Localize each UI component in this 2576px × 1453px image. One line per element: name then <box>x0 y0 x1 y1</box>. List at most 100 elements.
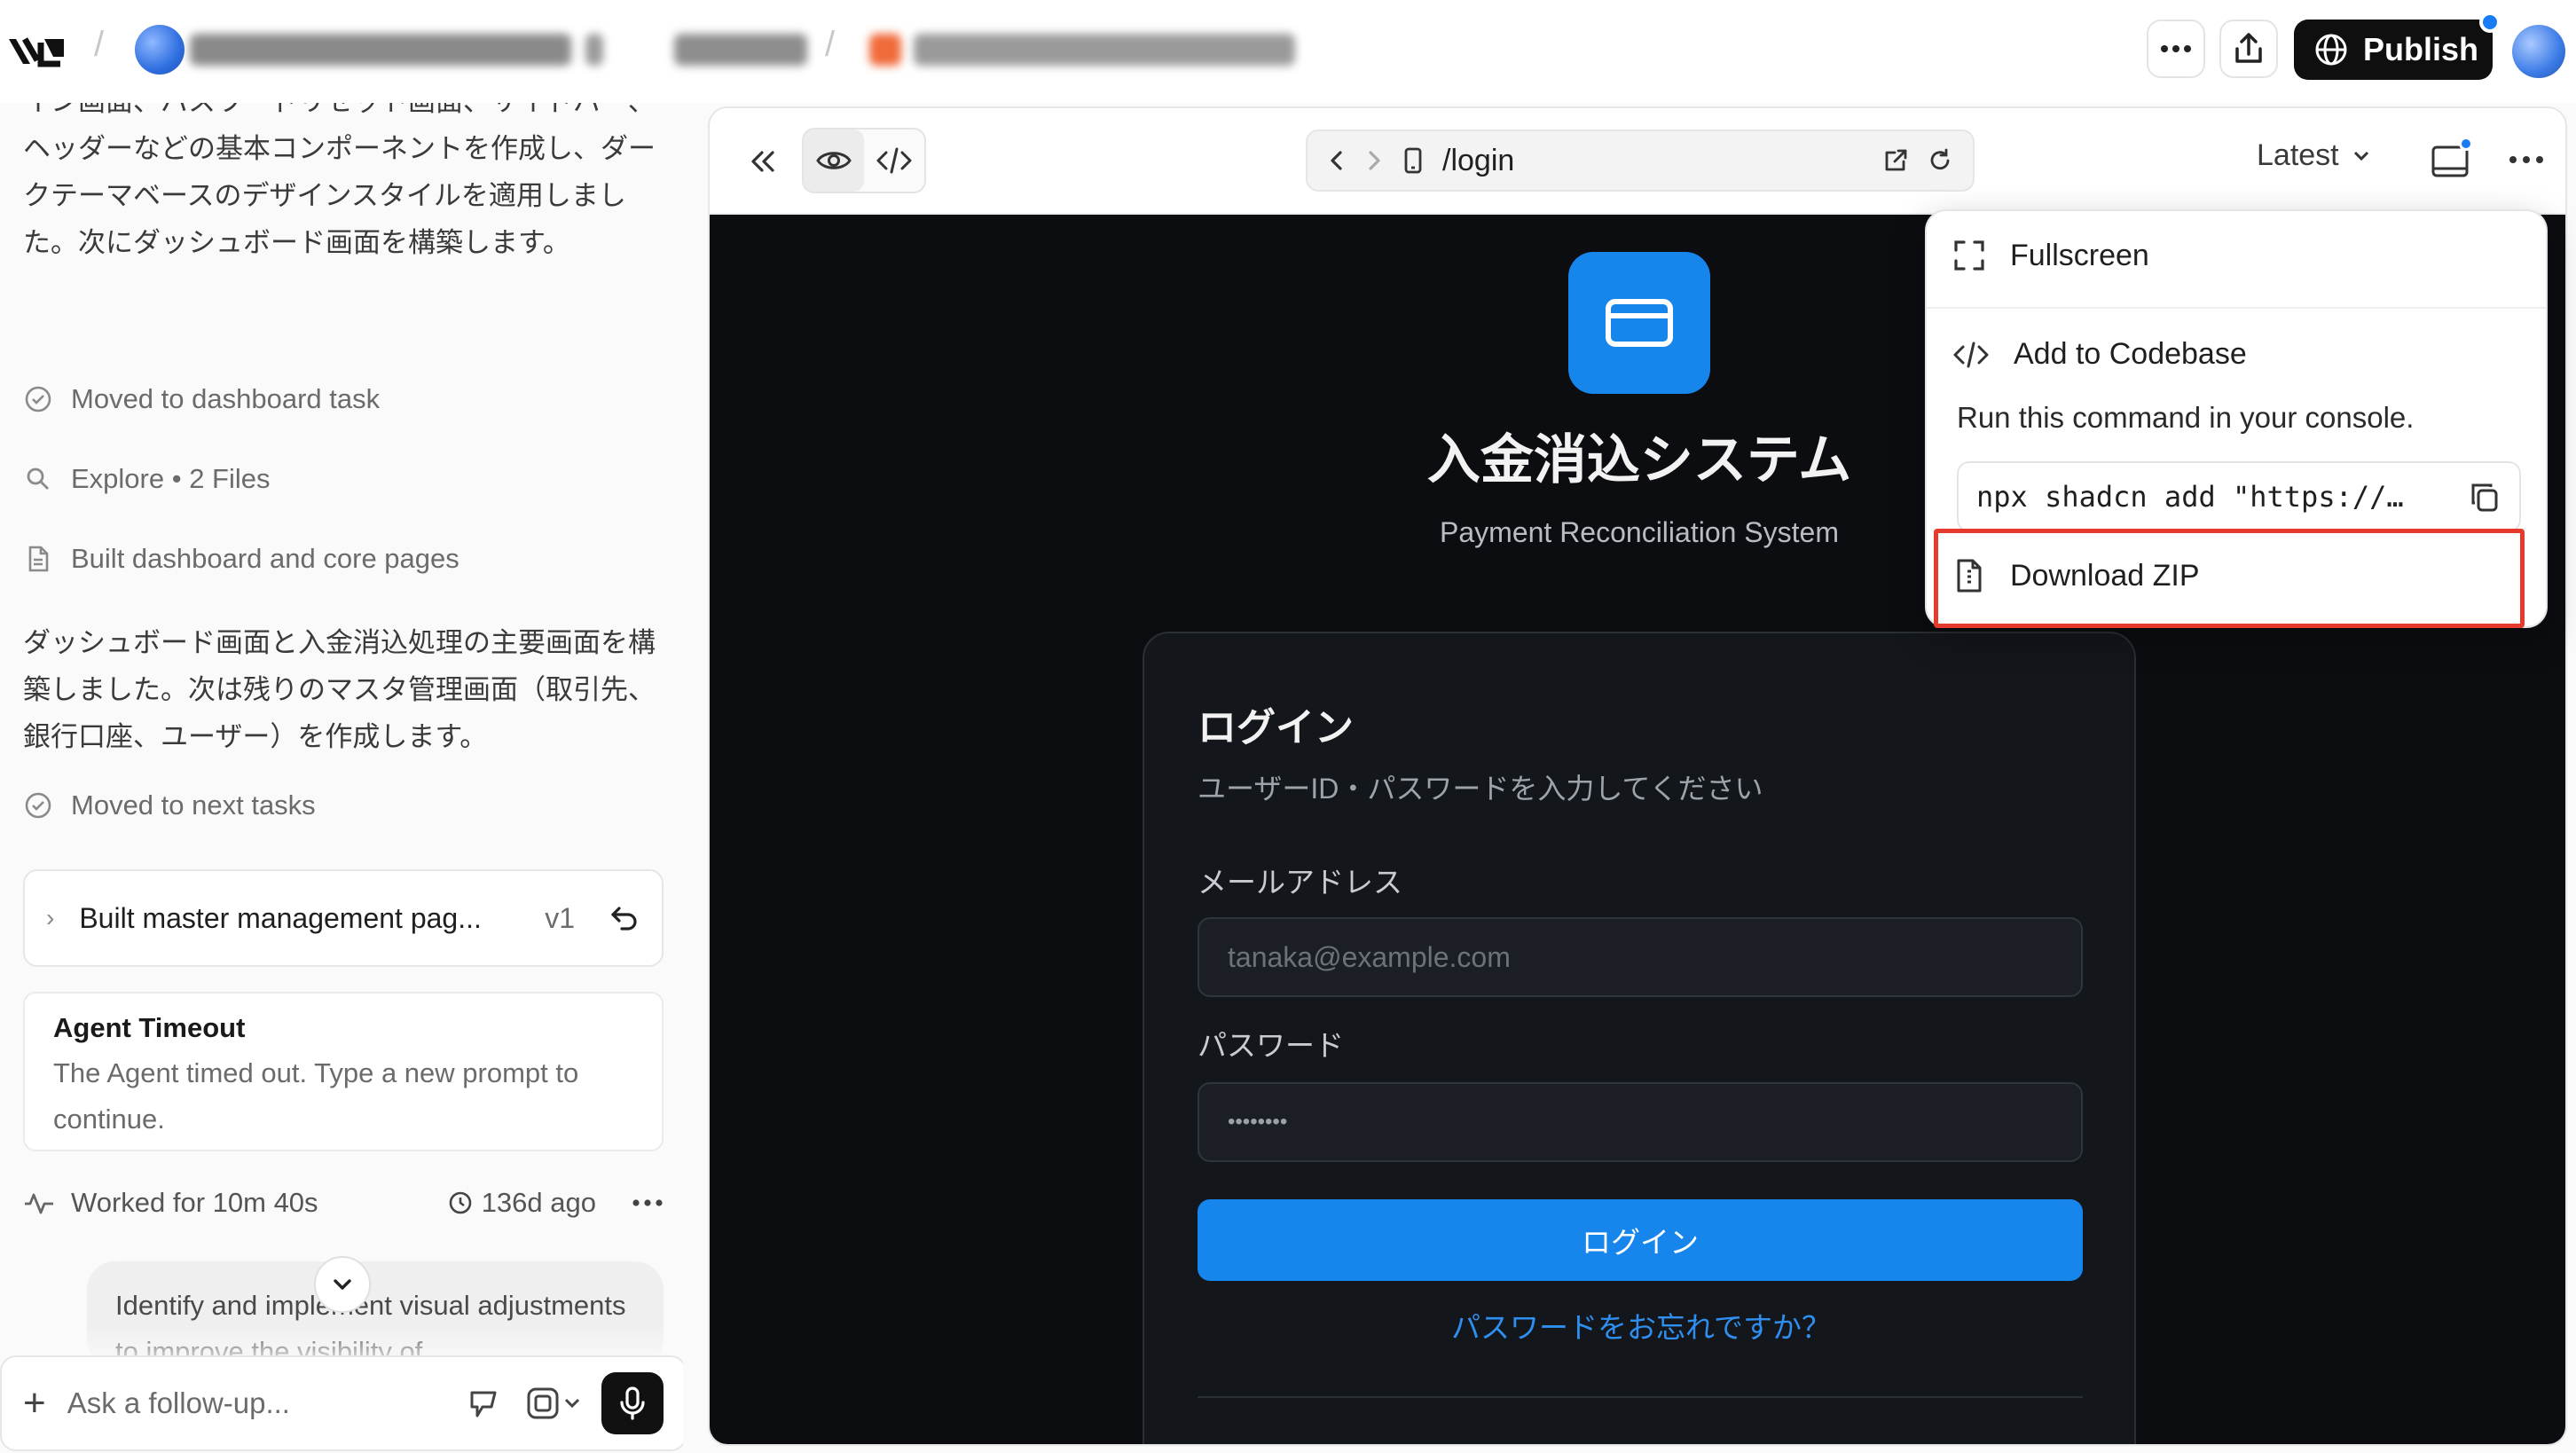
prompt-input[interactable]: Ask a follow-up... <box>67 1386 445 1420</box>
notification-dot <box>2459 137 2473 151</box>
collapse-panel-button[interactable] <box>742 140 784 183</box>
eye-icon <box>816 152 852 169</box>
v0-logo-icon[interactable] <box>5 27 73 76</box>
search-icon <box>27 467 49 490</box>
share-icon <box>2235 33 2262 63</box>
chat-name-redacted[interactable] <box>914 34 1295 66</box>
worked-timestamp: 136d ago <box>481 1187 596 1218</box>
timeout-body: The Agent timed out. Type a new prompt t… <box>53 1057 579 1135</box>
version-title: Built master management pag... <box>79 901 482 934</box>
chevron-down-icon <box>334 1279 351 1290</box>
breadcrumb-separator: / <box>825 25 836 64</box>
step-label: Moved to dashboard task <box>71 383 381 414</box>
preview-mode-button[interactable] <box>804 130 864 192</box>
email-field[interactable]: tanaka@example.com <box>1198 917 2083 997</box>
login-card-title: ログイン <box>1198 706 1354 750</box>
preview-more-button[interactable] <box>2505 142 2548 177</box>
app-logo <box>1568 252 1710 394</box>
step-label: Explore • 2 Files <box>71 463 271 494</box>
breadcrumb-separator: / <box>94 25 105 64</box>
menu-item-label: Fullscreen <box>2010 238 2149 272</box>
forward-icon[interactable] <box>1364 148 1384 173</box>
url-path[interactable]: /login <box>1442 144 1865 178</box>
restore-icon[interactable] <box>607 901 640 935</box>
file-icon <box>28 546 49 572</box>
workspace-avatar[interactable] <box>135 25 185 75</box>
code-mode-button[interactable] <box>864 130 924 192</box>
scroll-to-bottom-button[interactable] <box>314 1256 371 1313</box>
microphone-icon <box>620 1386 645 1420</box>
worked-duration: Worked for 10m 40s <box>71 1187 318 1218</box>
agent-timeout-card: Agent Timeout The Agent timed out. Type … <box>23 992 664 1151</box>
timeout-title: Agent Timeout <box>53 1012 246 1043</box>
design-mode-icon[interactable] <box>465 1384 504 1423</box>
assistant-message: イン画面、パスワードリセット画面、サイドバー、ヘッダーなどの基本コンポーネントを… <box>23 103 656 258</box>
login-button[interactable]: ログイン <box>1198 1199 2083 1281</box>
version-tag: v1 <box>545 901 575 934</box>
login-card-description: ユーザーID・パスワードを入力してください <box>1198 773 1763 805</box>
share-button[interactable] <box>2219 20 2278 78</box>
code-icon <box>1953 342 1989 367</box>
menu-item-add-to-codebase[interactable]: Add to Codebase <box>1952 337 2247 372</box>
chevron-down-icon <box>564 1398 580 1409</box>
prompt-composer[interactable]: + Ask a follow-up... <box>0 1355 683 1451</box>
refresh-icon[interactable] <box>1927 147 1953 174</box>
url-bar[interactable]: /login <box>1306 130 1975 192</box>
chat-panel: イン画面、パスワードリセット画面、サイドバー、ヘッダーなどの基本コンポーネントを… <box>0 103 683 1453</box>
download-zip-highlight-box <box>1934 529 2525 628</box>
code-icon <box>876 147 912 174</box>
menu-item-label: Add to Codebase <box>2014 337 2247 371</box>
publish-button[interactable]: Publish <box>2294 20 2493 80</box>
clock-icon <box>449 1191 471 1214</box>
check-circle-icon <box>25 792 51 819</box>
worked-summary-row: Worked for 10m 40s 136d ago <box>23 1187 664 1219</box>
forgot-password-link[interactable]: パスワードをお忘れですか？ <box>1144 1304 2138 1347</box>
version-card[interactable]: › Built master management pag... v1 <box>23 869 664 967</box>
credit-card-icon <box>1606 299 1673 347</box>
project-name-redacted[interactable] <box>674 34 807 66</box>
step-label: Moved to next tasks <box>71 789 316 821</box>
view-mode-toggle[interactable] <box>802 128 926 193</box>
assistant-message: ダッシュボード画面と入金消込処理の主要画面を構築しました。次は残りのマスタ管理画… <box>23 627 656 752</box>
ellipsis-icon <box>2161 45 2191 52</box>
add-attachment-icon[interactable]: + <box>23 1381 46 1426</box>
chat-icon-redacted <box>869 34 901 66</box>
user-avatar[interactable] <box>2512 25 2565 78</box>
version-select[interactable]: Latest <box>2257 138 2371 173</box>
login-card: ログイン ユーザーID・パスワードを入力してください メールアドレス tanak… <box>1143 632 2138 1444</box>
password-field[interactable]: •••••••• <box>1198 1082 2083 1162</box>
model-select-icon[interactable] <box>523 1384 582 1423</box>
redacted-fragment <box>585 34 603 66</box>
command-hint: Run this command in your console. <box>1957 401 2415 434</box>
chevron-down-icon <box>2353 151 2368 161</box>
password-label: パスワード <box>1198 1029 1344 1062</box>
preview-toolbar: /login Latest <box>710 108 2565 215</box>
chevrons-left-icon <box>751 151 774 172</box>
copy-icon[interactable] <box>2468 480 2501 514</box>
ellipsis-icon <box>2509 156 2543 163</box>
command-box[interactable]: npx shadcn add "https://… <box>1957 461 2521 532</box>
publish-label: Publish <box>2363 31 2479 67</box>
back-icon[interactable] <box>1327 148 1347 173</box>
step-explore[interactable]: Explore • 2 Files <box>23 463 271 495</box>
voice-input-button[interactable] <box>601 1372 664 1434</box>
ellipsis-icon[interactable] <box>632 1198 664 1207</box>
email-label: メールアドレス <box>1198 866 1402 899</box>
menu-item-fullscreen[interactable]: Fullscreen <box>1952 238 2149 273</box>
top-bar: / / Publish <box>0 0 2576 103</box>
divider <box>1198 1396 2083 1398</box>
device-icon[interactable] <box>1402 146 1425 175</box>
check-circle-icon <box>25 386 51 412</box>
activity-icon <box>25 1193 53 1214</box>
more-options-button[interactable] <box>2147 20 2205 78</box>
step-moved-to-next: Moved to next tasks <box>23 789 316 821</box>
fullscreen-icon <box>1954 240 1984 271</box>
workspace-name-redacted[interactable] <box>190 34 571 66</box>
command-text[interactable]: npx shadcn add "https://… <box>1976 480 2468 514</box>
chevron-right-icon: › <box>46 904 55 931</box>
open-external-icon[interactable] <box>1882 147 1909 174</box>
version-select-value: Latest <box>2257 138 2339 172</box>
step-label: Built dashboard and core pages <box>71 543 459 574</box>
step-built-dashboard[interactable]: Built dashboard and core pages <box>23 543 459 575</box>
notification-dot <box>2479 12 2501 33</box>
